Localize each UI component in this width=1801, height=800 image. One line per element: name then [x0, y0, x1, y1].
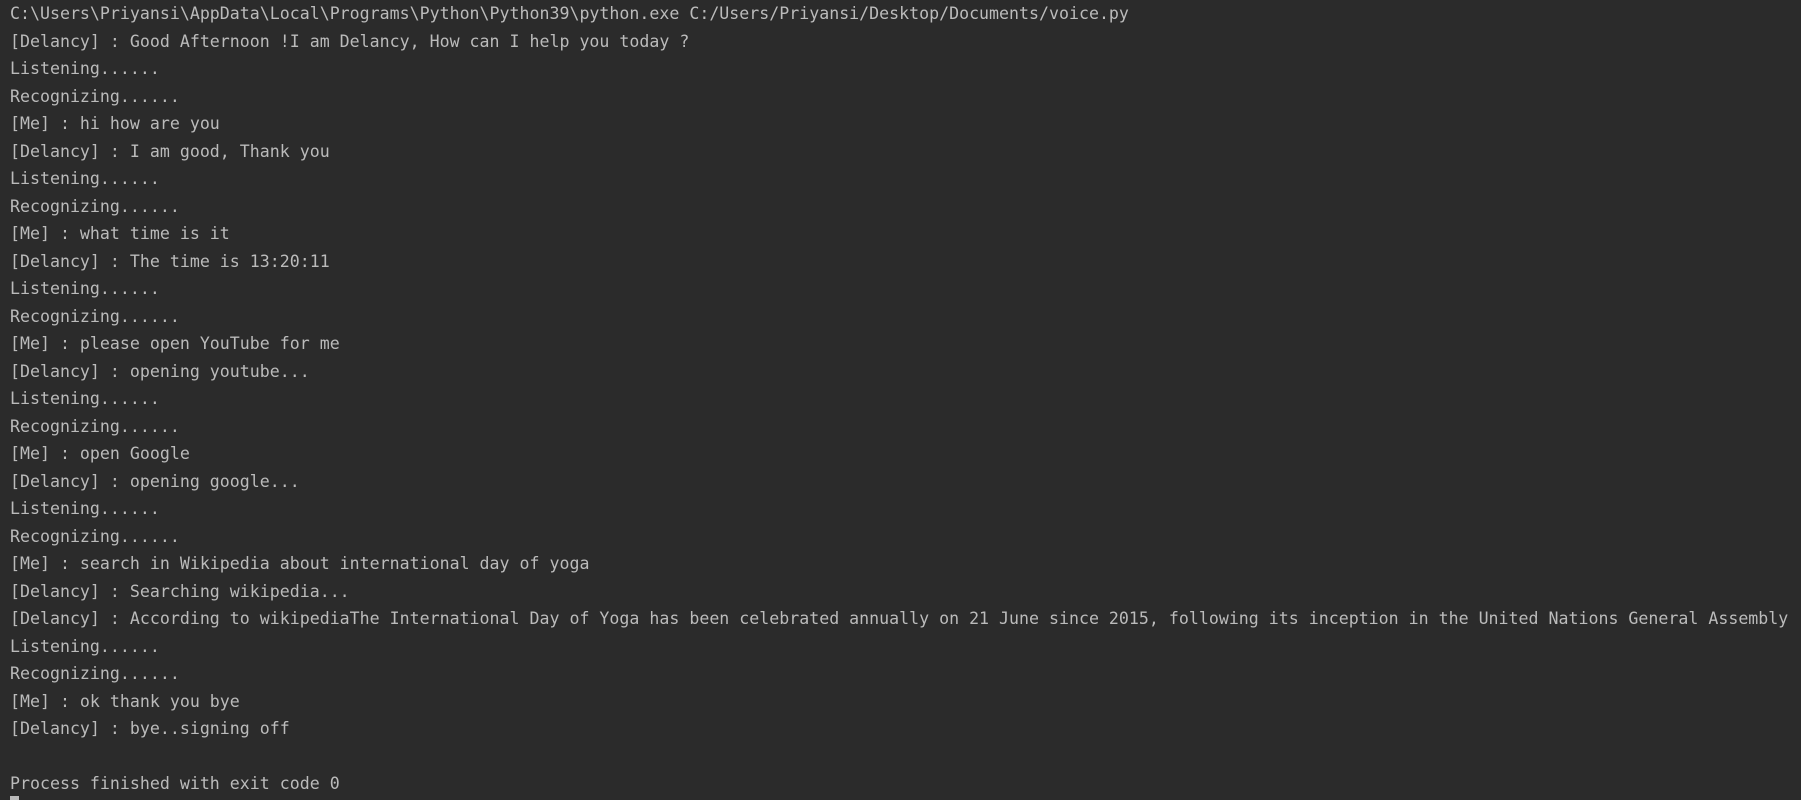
listening-status-line: Listening...... [10, 59, 160, 78]
recognizing-status-line: Recognizing...... [10, 196, 180, 216]
assistant-response-line: [Delancy] : opening youtube... [10, 361, 310, 381]
assistant-response-line: [Delancy] : I am good, Thank you [10, 141, 330, 161]
assistant-response-line: [Delancy] : opening google... [10, 471, 300, 491]
user-speech-line: [Me] : ok thank you bye [10, 691, 240, 711]
assistant-response-line: [Delancy] : bye..signing off [10, 719, 290, 738]
run-console-output[interactable]: C:\Users\Priyansi\AppData\Local\Programs… [0, 0, 1801, 800]
assistant-response-line: [Delancy] : The time is 13:20:11 [10, 251, 330, 271]
listening-status-line: Listening...... [10, 636, 160, 656]
user-speech-line: [Me] : open Google [10, 444, 190, 463]
user-speech-line: [Me] : hi how are you [10, 114, 220, 133]
user-speech-line: [Me] : search in Wikipedia about interna… [10, 554, 590, 573]
run-command-line: C:\Users\Priyansi\AppData\Local\Programs… [10, 4, 1129, 23]
console-lines: C:\Users\Priyansi\AppData\Local\Programs… [10, 0, 1801, 798]
assistant-response-line: [Delancy] : According to wikipediaThe In… [10, 609, 1789, 628]
assistant-response-line: [Delancy] : Searching wikipedia... [10, 581, 350, 601]
listening-status-line: Listening...... [10, 499, 160, 518]
recognizing-status-line: Recognizing...... [10, 416, 180, 436]
assistant-response-line: [Delancy] : Good Afternoon !I am Delancy… [10, 31, 690, 51]
user-speech-line: [Me] : please open YouTube for me [10, 334, 340, 353]
text-caret [10, 796, 19, 800]
listening-status-line: Listening...... [10, 389, 160, 408]
listening-status-line: Listening...... [10, 279, 160, 298]
listening-status-line: Listening...... [10, 169, 160, 188]
recognizing-status-line: Recognizing...... [10, 86, 180, 106]
recognizing-status-line: Recognizing...... [10, 526, 180, 546]
process-exit-line: Process finished with exit code 0 [10, 774, 340, 793]
recognizing-status-line: Recognizing...... [10, 664, 180, 683]
user-speech-line: [Me] : what time is it [10, 224, 230, 243]
recognizing-status-line: Recognizing...... [10, 306, 180, 326]
